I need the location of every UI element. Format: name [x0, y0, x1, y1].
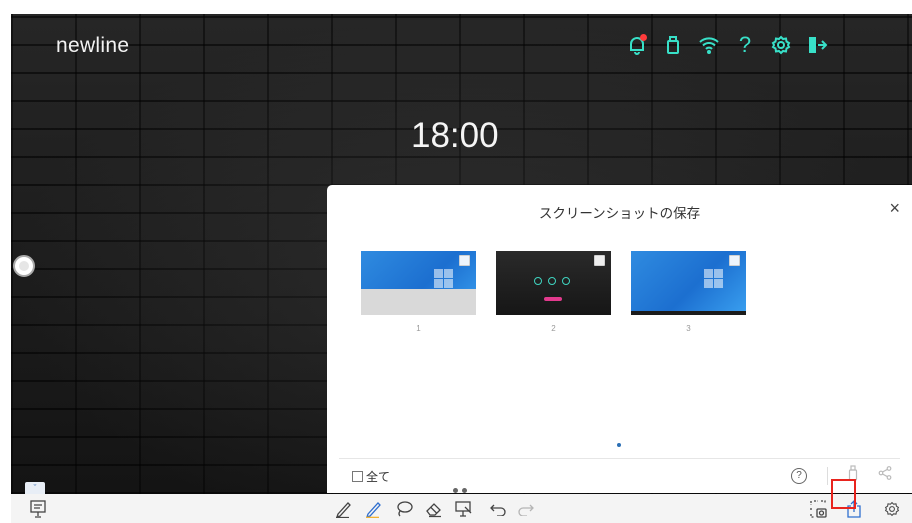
settings-icon[interactable] [881, 498, 903, 520]
close-icon[interactable]: × [889, 198, 900, 219]
thumbnail-mini-icons [534, 277, 570, 285]
thumbnail-caption: 2 [551, 324, 556, 333]
thumbnail-taskbar [631, 311, 746, 315]
help-icon[interactable]: ? [791, 467, 807, 484]
share-icon[interactable] [878, 466, 892, 485]
screenshot-icon[interactable] [807, 498, 829, 520]
desktop-screen: newline 18:00 ? スクリーンショットの保存 × 1 2 3 全て … [11, 14, 912, 523]
toolbar-page-dots [453, 488, 467, 493]
thumbnail-image [496, 251, 611, 315]
whiteboard-icon[interactable] [453, 498, 475, 520]
highlight-box [831, 479, 856, 509]
dialog-divider [339, 458, 900, 459]
thumbnail-checkbox[interactable] [594, 255, 605, 266]
checkbox-box [352, 471, 363, 482]
thumbnail-caption: 1 [416, 324, 421, 333]
settings-icon[interactable] [763, 30, 799, 60]
select-all-label: 全て [366, 470, 391, 484]
chevron-down-icon[interactable]: ˇ [25, 482, 45, 494]
screenshot-thumbnail[interactable]: 2 [496, 251, 611, 333]
select-all-checkbox[interactable]: 全て [352, 468, 390, 485]
thumbnail-image [631, 251, 746, 315]
exit-icon[interactable] [799, 30, 835, 60]
windows-logo-icon [704, 269, 724, 289]
highlighter-icon[interactable] [363, 498, 385, 520]
lasso-icon[interactable] [393, 498, 415, 520]
redo-icon[interactable] [515, 498, 537, 520]
clock: 18:00 [411, 116, 499, 155]
top-icon-bar: ? [619, 30, 835, 60]
thumbnail-caption: 3 [686, 324, 691, 333]
newline-logo: newline [56, 34, 130, 57]
left-side-handle[interactable] [13, 255, 35, 277]
page-indicator-dot [617, 443, 621, 447]
thumbnail-list: 1 2 3 [361, 251, 746, 333]
help-icon[interactable]: ? [727, 30, 763, 60]
notification-dot [640, 34, 647, 41]
thumbnail-mini-button [544, 297, 562, 301]
presentation-icon[interactable] [27, 498, 49, 520]
windows-logo-icon [434, 269, 454, 289]
pen-icon[interactable] [333, 498, 355, 520]
wifi-icon[interactable] [691, 30, 727, 60]
usb-icon[interactable] [655, 30, 691, 60]
eraser-icon[interactable] [423, 498, 445, 520]
screenshot-thumbnail[interactable]: 1 [361, 251, 476, 333]
bell-icon[interactable] [619, 30, 655, 60]
thumbnail-gray-area [361, 289, 476, 315]
thumbnail-image [361, 251, 476, 315]
bottom-toolbar: ˇ [11, 482, 912, 523]
screenshot-thumbnail[interactable]: 3 [631, 251, 746, 333]
undo-icon[interactable] [487, 498, 509, 520]
screenshot-save-dialog: スクリーンショットの保存 × 1 2 3 全て ? [327, 185, 912, 493]
thumbnail-checkbox[interactable] [459, 255, 470, 266]
divider [827, 466, 828, 485]
dialog-title: スクリーンショットの保存 [538, 206, 701, 221]
thumbnail-checkbox[interactable] [729, 255, 740, 266]
